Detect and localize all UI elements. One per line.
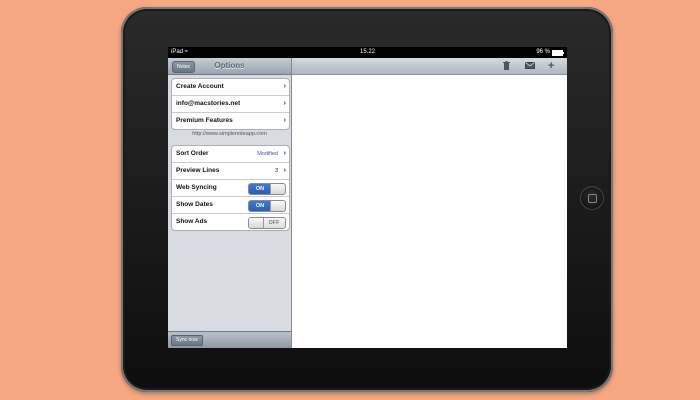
note-toolbar: + xyxy=(292,58,567,75)
premium-features-label: Premium Features xyxy=(176,117,233,124)
create-account-row[interactable]: Create Account › xyxy=(172,79,289,96)
battery-indicator: 96 % xyxy=(536,47,564,58)
home-square-icon xyxy=(588,194,597,203)
show-ads-toggle[interactable]: OFF xyxy=(248,217,286,229)
sort-order-row[interactable]: Sort Order Modified › xyxy=(172,146,289,163)
options-panel: Options Notes Create Account › info@macs… xyxy=(168,58,292,348)
account-group: Create Account › info@macstories.net › P… xyxy=(171,78,290,130)
note-editor[interactable] xyxy=(292,75,567,348)
show-dates-row: Show Dates ON xyxy=(172,197,289,214)
show-dates-toggle[interactable]: ON xyxy=(248,200,286,212)
premium-features-row[interactable]: Premium Features › xyxy=(172,113,289,129)
website-link[interactable]: http://www.simplenoteapp.com xyxy=(168,131,291,137)
preview-lines-row[interactable]: Preview Lines 3 › xyxy=(172,163,289,180)
sort-order-value: Modified xyxy=(257,151,278,157)
settings-group: Sort Order Modified › Preview Lines 3 › … xyxy=(171,145,290,231)
home-button[interactable] xyxy=(580,186,604,210)
show-dates-state: ON xyxy=(255,203,265,209)
web-syncing-row: Web Syncing ON xyxy=(172,180,289,197)
show-ads-state: OFF xyxy=(268,220,280,226)
battery-percent: 96 % xyxy=(536,49,550,55)
chevron-right-icon: › xyxy=(283,150,286,157)
options-bottom-bar: Sync now xyxy=(168,331,291,348)
preview-lines-value: 3 xyxy=(274,168,278,174)
options-nav-bar: Options Notes xyxy=(168,58,291,75)
battery-icon xyxy=(552,49,564,56)
web-syncing-state: ON xyxy=(255,186,265,192)
sync-now-button[interactable]: Sync now xyxy=(171,335,203,346)
account-email-label: info@macstories.net xyxy=(176,100,241,107)
show-dates-label: Show Dates xyxy=(176,201,213,208)
preview-lines-label: Preview Lines xyxy=(176,167,220,174)
plus-icon[interactable]: + xyxy=(548,58,554,74)
show-ads-row: Show Ads OFF xyxy=(172,214,289,230)
chevron-right-icon: › xyxy=(283,167,286,174)
show-ads-label: Show Ads xyxy=(176,218,208,225)
clock: 15.22 xyxy=(359,49,375,55)
toggle-knob xyxy=(270,201,285,211)
battery-fill xyxy=(553,50,562,55)
trash-icon[interactable] xyxy=(503,58,510,74)
ipad-screen: iPad ≈ 15.22 96 % Options Notes Create A… xyxy=(168,47,567,348)
mail-icon[interactable] xyxy=(525,58,535,74)
create-account-label: Create Account xyxy=(176,83,224,90)
web-syncing-label: Web Syncing xyxy=(176,184,217,191)
chevron-right-icon: › xyxy=(283,117,286,124)
toggle-knob xyxy=(270,184,285,194)
account-email-row[interactable]: info@macstories.net › xyxy=(172,96,289,113)
notes-back-button[interactable]: Notes xyxy=(172,61,196,73)
status-bar: iPad ≈ 15.22 96 % xyxy=(168,47,567,58)
chevron-right-icon: › xyxy=(283,83,286,90)
toggle-knob xyxy=(249,218,264,228)
web-syncing-toggle[interactable]: ON xyxy=(248,183,286,195)
sort-order-label: Sort Order xyxy=(176,150,209,157)
chevron-right-icon: › xyxy=(283,100,286,107)
